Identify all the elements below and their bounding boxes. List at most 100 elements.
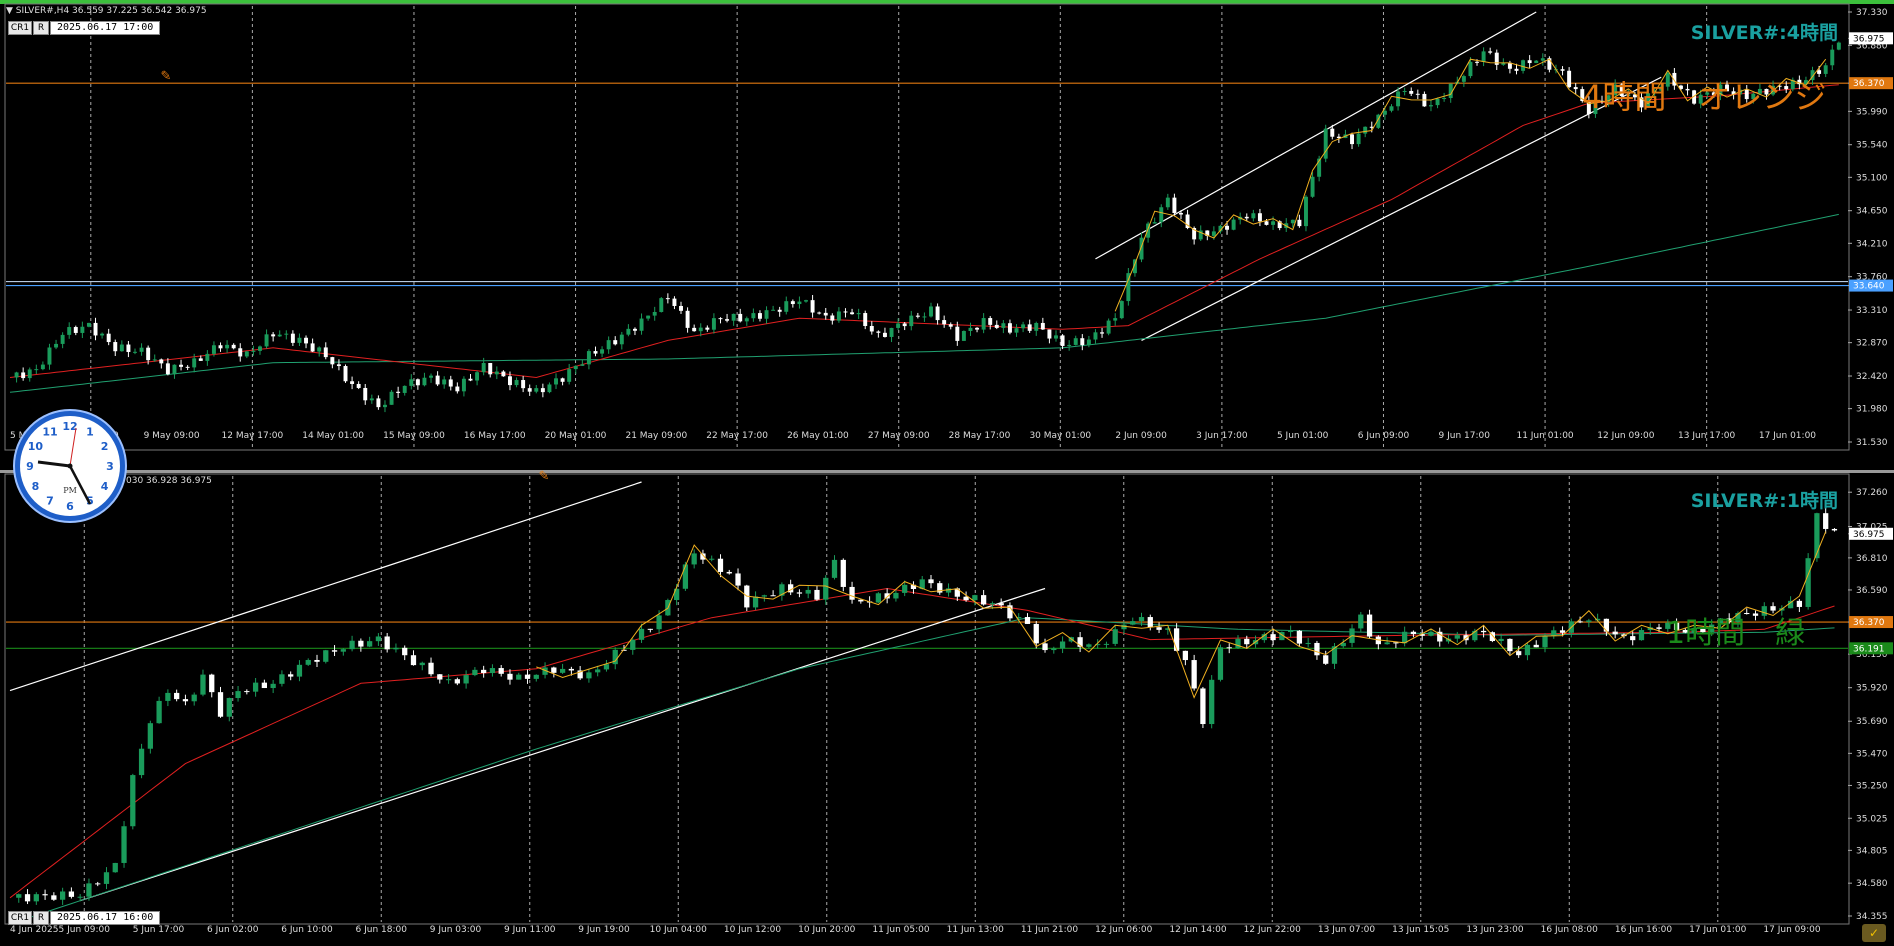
candle-body bbox=[1112, 629, 1118, 644]
candle-body bbox=[481, 362, 486, 373]
x-tick-label: 12 Jun 14:00 bbox=[1169, 925, 1226, 935]
candle-body bbox=[27, 369, 32, 379]
candle-body bbox=[863, 313, 868, 326]
candle-body bbox=[1209, 679, 1215, 725]
candle-body bbox=[156, 700, 162, 724]
x-tick-label: 28 May 17:00 bbox=[949, 431, 1011, 441]
candle-body bbox=[1428, 631, 1434, 636]
candle-body bbox=[1356, 133, 1361, 145]
candle-body bbox=[51, 895, 57, 900]
candle-body bbox=[375, 636, 382, 642]
candle-body bbox=[700, 553, 706, 560]
candle-body bbox=[1560, 69, 1565, 71]
candle-body bbox=[369, 398, 374, 401]
candle-body bbox=[893, 592, 899, 599]
candle-body bbox=[639, 318, 644, 331]
x-tick-label: 17 Jun 09:00 bbox=[1763, 925, 1820, 935]
x-tick-label: 11 Jun 01:00 bbox=[1516, 431, 1573, 441]
clock-numeral: 1 bbox=[86, 425, 94, 438]
candle-body bbox=[1156, 627, 1162, 630]
candle-body bbox=[1534, 60, 1539, 64]
x-tick-label: 16 Jun 08:00 bbox=[1541, 925, 1598, 935]
candle-body bbox=[751, 313, 756, 319]
candle-body bbox=[1402, 90, 1407, 92]
candle-body bbox=[1033, 623, 1039, 644]
candle-body bbox=[252, 682, 259, 692]
candle-body bbox=[336, 364, 341, 367]
candle-body bbox=[709, 558, 715, 560]
candle-body bbox=[1287, 630, 1294, 633]
candle-body bbox=[770, 595, 776, 597]
x-tick-label: 5 Jun 17:00 bbox=[133, 925, 185, 935]
x-tick-label: 9 Jun 11:00 bbox=[504, 925, 556, 935]
candle-body bbox=[1796, 600, 1803, 607]
candle-body bbox=[1040, 322, 1045, 330]
candle-body bbox=[1027, 324, 1032, 331]
candle-body bbox=[1217, 647, 1224, 680]
candle-body bbox=[1047, 329, 1052, 339]
candle-body bbox=[613, 340, 618, 345]
candle-body bbox=[922, 316, 927, 318]
candle-body bbox=[1454, 635, 1460, 639]
candle-body bbox=[698, 327, 703, 332]
candle-body bbox=[764, 310, 769, 319]
x-tick-label: 15 May 09:00 bbox=[383, 431, 445, 441]
candle-body bbox=[1297, 219, 1302, 227]
candle-body bbox=[1551, 630, 1557, 637]
candle-body bbox=[24, 894, 31, 902]
bottom-annotation-green: 1時間 緑 bbox=[1666, 616, 1806, 651]
candle-body bbox=[95, 883, 101, 885]
candle-body bbox=[1271, 221, 1276, 225]
candle-body bbox=[1415, 93, 1420, 95]
candle-body bbox=[524, 674, 531, 679]
candle-body bbox=[1366, 614, 1373, 637]
candle-body bbox=[1384, 642, 1390, 645]
r-button-bottom[interactable]: R bbox=[33, 911, 49, 925]
candle-body bbox=[718, 318, 723, 320]
candle-body bbox=[442, 379, 447, 385]
candle-body bbox=[1428, 105, 1433, 107]
candle-body bbox=[264, 334, 269, 347]
candle-body bbox=[185, 366, 190, 368]
candle-body bbox=[211, 345, 216, 354]
candle-body bbox=[331, 650, 338, 652]
candle-body bbox=[735, 573, 741, 586]
candle-body bbox=[1516, 651, 1522, 656]
candle-body bbox=[1396, 91, 1401, 107]
candle-body bbox=[103, 872, 110, 884]
x-tick-label: 16 May 17:00 bbox=[464, 431, 526, 441]
ma-fast-line bbox=[9, 84, 1839, 379]
candle-body bbox=[1481, 51, 1486, 62]
candle-body bbox=[1014, 328, 1019, 333]
candle-body bbox=[902, 323, 907, 327]
candle-body bbox=[106, 333, 111, 343]
candle-body bbox=[527, 388, 532, 392]
candle-body bbox=[823, 577, 829, 600]
candle-body bbox=[428, 662, 434, 675]
candle-body bbox=[784, 301, 789, 312]
candle-body bbox=[277, 334, 282, 337]
cr-button-bottom[interactable]: CR1 bbox=[8, 911, 32, 925]
trading-chart[interactable]: 5 May 20258 May 01:009 May 09:0012 May 1… bbox=[0, 0, 1894, 946]
candle-body bbox=[501, 371, 506, 377]
candle-body bbox=[1200, 688, 1206, 725]
y-tick-label: 35.540 bbox=[1856, 141, 1888, 151]
candle-body bbox=[948, 324, 953, 327]
r-button-top[interactable]: R bbox=[33, 21, 49, 35]
alert-marker-icon: ✎ bbox=[161, 69, 172, 84]
candle-body bbox=[856, 313, 861, 315]
price-tag-label-orange: 36.370 bbox=[1853, 618, 1885, 628]
candle-body bbox=[915, 315, 920, 317]
candle-body bbox=[494, 371, 499, 375]
candle-body bbox=[909, 315, 914, 327]
clock-numeral: 7 bbox=[46, 495, 54, 508]
x-tick-label: 20 May 01:00 bbox=[545, 431, 607, 441]
candle-body bbox=[356, 383, 361, 388]
candle-body bbox=[961, 330, 966, 341]
candle-body bbox=[586, 672, 592, 679]
candle-body bbox=[1461, 76, 1466, 82]
trendline-lower bbox=[79, 587, 1046, 902]
candle-body bbox=[1060, 335, 1065, 346]
candle-body bbox=[672, 298, 677, 306]
cr-button-top[interactable]: CR1 bbox=[8, 21, 32, 35]
